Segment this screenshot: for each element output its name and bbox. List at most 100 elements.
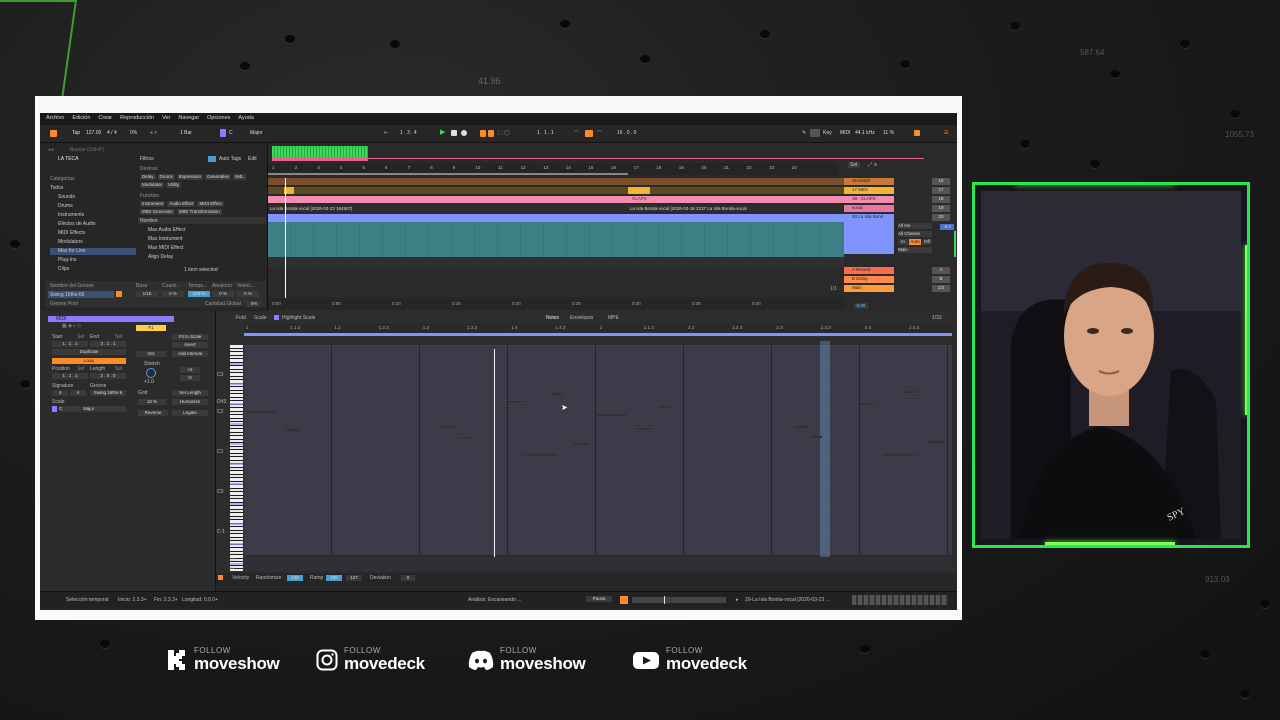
play-clip-icon[interactable]: ▸: [736, 597, 739, 603]
loop-button[interactable]: Loop: [52, 358, 126, 364]
midi-note[interactable]: [552, 393, 562, 395]
track-header[interactable]: Main: [844, 285, 894, 292]
track-number[interactable]: 17: [932, 187, 950, 194]
midi-note[interactable]: [928, 441, 944, 443]
signature-denominator[interactable]: 4: [70, 390, 86, 396]
double-button[interactable]: ×2: [180, 367, 200, 373]
tag-midi-transformation[interactable]: MIDI Transformation: [177, 209, 222, 215]
set-length-button[interactable]: Set Length: [172, 390, 208, 396]
edit-button[interactable]: Edit: [248, 156, 257, 162]
result-align-delay[interactable]: Align Delay: [148, 254, 173, 260]
tag-drums[interactable]: Drums: [157, 174, 175, 180]
scale-key-select[interactable]: C: [59, 406, 81, 412]
category-sounds[interactable]: Sounds: [58, 194, 75, 200]
humanize-button[interactable]: Humanize: [172, 399, 208, 405]
loop-switch[interactable]: [585, 130, 593, 137]
length-field[interactable]: 2 . 0 . 0: [90, 373, 126, 379]
input-channel-select[interactable]: All Channe: [898, 231, 932, 237]
clip-name-bar[interactable]: [48, 316, 174, 322]
halve-button[interactable]: /2: [180, 375, 200, 381]
midi-note[interactable]: [573, 443, 589, 445]
category-clips[interactable]: Clips: [58, 266, 69, 272]
midi-note[interactable]: [462, 437, 472, 439]
midi-note[interactable]: [508, 401, 522, 403]
position-set[interactable]: Set: [77, 366, 85, 372]
f1-key[interactable]: F1: [136, 325, 166, 331]
duplicate-button[interactable]: Duplicate: [52, 349, 126, 355]
auto-tags-toggle[interactable]: [208, 156, 216, 162]
follow-instagram[interactable]: FOLLOW movedeck: [316, 647, 425, 673]
velocity-toggle[interactable]: [218, 575, 223, 580]
velocity-value[interactable]: 127: [346, 575, 362, 581]
menu-edicion[interactable]: Edición: [72, 115, 90, 123]
loop-length-field[interactable]: 16 . 0 . 0: [617, 130, 636, 136]
category-audio-effects[interactable]: Efectos de Audio: [58, 221, 96, 227]
arrangement-overview-clip[interactable]: [272, 146, 368, 158]
output-select[interactable]: Main: [898, 247, 932, 253]
midi-note[interactable]: [794, 426, 808, 428]
automation-arm-icon[interactable]: [488, 130, 494, 137]
tag-m4l[interactable]: M4L: [233, 174, 246, 180]
warning-icon[interactable]: [620, 596, 628, 604]
browser-search-input[interactable]: Buscar (Ctrl+F): [70, 147, 104, 153]
monitor-in[interactable]: In: [898, 239, 908, 245]
midi-note[interactable]: [906, 391, 916, 393]
result-max-audio-effect[interactable]: Max Audio Effect: [148, 227, 185, 233]
play-icon[interactable]: ▶: [440, 128, 445, 136]
midi-note[interactable]: [884, 454, 914, 456]
track-lane-shaker[interactable]: [268, 178, 844, 185]
key-field[interactable]: C: [229, 130, 233, 136]
clip-tabs-icons[interactable]: ▦ ◈ ▹ ◇: [62, 323, 81, 329]
track-header[interactable]: A Reverb: [844, 267, 894, 274]
midi-note[interactable]: [596, 414, 626, 416]
tag-midi-effect[interactable]: MIDI Effect: [197, 201, 224, 207]
punch-in-icon[interactable]: ⌒: [574, 130, 579, 137]
filters-toggle[interactable]: Filtros: [140, 156, 154, 162]
link-icon[interactable]: [50, 130, 57, 137]
tag-expression[interactable]: Expression: [176, 174, 204, 180]
groove-name[interactable]: Swing 16ths-66: [50, 292, 84, 298]
track-header[interactable]: 18 - CLAPS: [844, 196, 894, 203]
midi-note[interactable]: [286, 429, 300, 431]
track-lane-claps[interactable]: [268, 196, 844, 203]
midi-note[interactable]: [636, 428, 652, 430]
category-modulators[interactable]: Modulators: [58, 239, 83, 245]
midi-map-label[interactable]: MIDI: [840, 130, 851, 136]
menu-ver[interactable]: Ver: [162, 115, 170, 123]
track-number[interactable]: 16: [932, 178, 950, 185]
track-header[interactable]: SHAKER: [844, 178, 894, 185]
clip-name[interactable]: MIDI: [56, 316, 67, 322]
reverse-button[interactable]: Reverse: [138, 410, 168, 416]
result-max-instrument[interactable]: Max Instrument: [148, 236, 182, 242]
pause-button[interactable]: Pausa: [586, 596, 612, 602]
audio-clip-la-isla-bonita[interactable]: [268, 222, 844, 257]
groove-base[interactable]: 1/16: [136, 291, 158, 297]
track-number[interactable]: A: [932, 267, 950, 274]
main-tempo-out[interactable]: 0.00: [854, 303, 868, 309]
midi-note[interactable]: [812, 436, 822, 438]
category-instruments[interactable]: Instruments: [58, 212, 84, 218]
follow-icon[interactable]: ⇤: [384, 130, 388, 136]
metronome-icon[interactable]: ● ▾: [150, 130, 157, 136]
add-interval-button[interactable]: Add Interval: [172, 351, 208, 357]
overview-bar[interactable]: [852, 595, 948, 605]
nav-arrows-icon[interactable]: ◂ ▸: [48, 147, 54, 153]
menu-reproduccion[interactable]: Reproducción: [120, 115, 154, 123]
stop-icon[interactable]: [451, 130, 457, 136]
tag-generative[interactable]: Generative: [205, 174, 232, 180]
position-field[interactable]: 1 . 1 . 1: [52, 373, 88, 379]
record-icon[interactable]: [461, 130, 467, 136]
track-volume[interactable]: -6.0: [940, 224, 954, 230]
groove-velocity[interactable]: 0 %: [237, 291, 259, 297]
signature-numerator[interactable]: 4: [52, 390, 68, 396]
quantize-field[interactable]: 1 Bar: [180, 130, 192, 136]
track-lane-midi[interactable]: [268, 187, 844, 194]
tag-audio-effect[interactable]: Audio Effect: [167, 201, 196, 207]
track-number[interactable]: 20: [932, 214, 950, 221]
follow-kick[interactable]: FOLLOW moveshow: [166, 647, 280, 673]
tap-button[interactable]: Tap: [72, 130, 80, 136]
scale-name-select[interactable]: Major: [83, 406, 126, 412]
groove-random[interactable]: 0 %: [212, 291, 234, 297]
stretch-knob[interactable]: [146, 368, 156, 378]
result-max-midi-effect[interactable]: Max MIDI Effect: [148, 245, 183, 251]
